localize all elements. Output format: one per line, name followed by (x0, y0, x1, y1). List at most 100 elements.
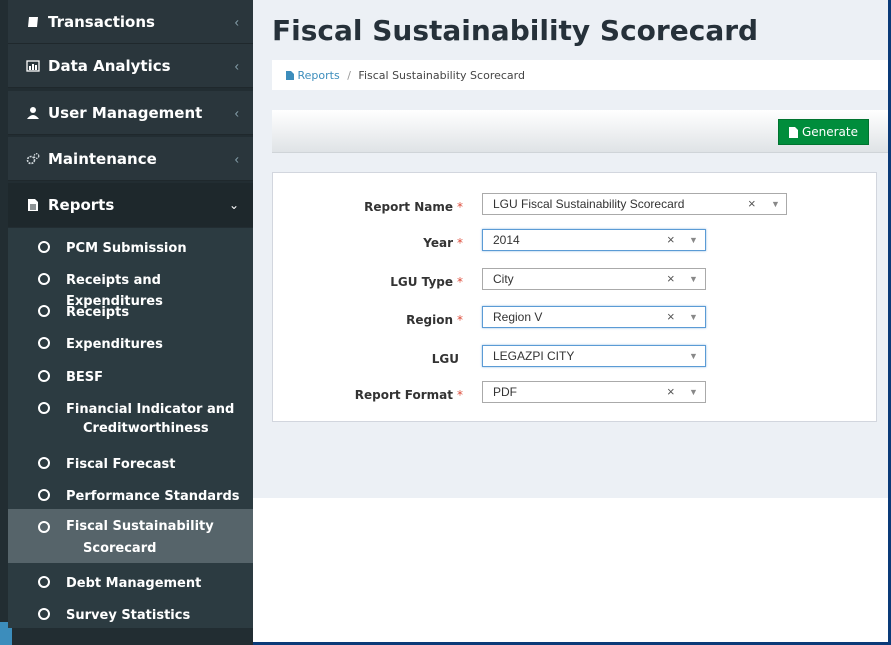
chevron-left-icon: ‹ (234, 14, 239, 29)
lgu-type-label: LGU Type * (390, 275, 463, 289)
sidebar-item-transactions[interactable]: Transactions ‹ (8, 0, 253, 44)
report-format-value: PDF (493, 385, 517, 399)
sidebar-item-user-management[interactable]: User Management ‹ (8, 91, 253, 135)
chevron-down-icon[interactable]: ▼ (689, 235, 698, 245)
sidebar-item-data-analytics[interactable]: Data Analytics ‹ (8, 44, 253, 88)
required-marker: * (457, 275, 463, 289)
submenu-item-label-line2: Creditworthiness (83, 421, 209, 436)
submenu-item-pcm-submission[interactable]: PCM Submission (8, 233, 253, 260)
clear-icon[interactable]: × (667, 309, 675, 324)
submenu-item-performance-standards[interactable]: Performance Standards (8, 481, 253, 508)
user-icon (27, 106, 39, 119)
bar-chart-icon (26, 59, 40, 72)
chevron-down-icon[interactable]: ▼ (689, 312, 698, 322)
clear-icon[interactable]: × (667, 232, 675, 247)
submenu-item-label: Survey Statistics (66, 608, 191, 623)
circle-icon (38, 305, 50, 317)
year-value: 2014 (493, 233, 520, 247)
sidebar: Transactions ‹ Data Analytics ‹ User Man… (0, 0, 253, 645)
submenu-item-receipts[interactable]: Receipts (8, 297, 253, 324)
year-label: Year * (423, 236, 463, 250)
lgu-type-value: City (493, 272, 514, 286)
submenu-item-label: Financial Indicator and (66, 402, 235, 417)
file-icon (788, 126, 798, 138)
chevron-left-icon: ‹ (234, 58, 239, 73)
breadcrumb-separator: / (347, 69, 351, 82)
required-marker: * (457, 388, 463, 402)
report-name-select[interactable]: LGU Fiscal Sustainability Scorecard × ▼ (482, 193, 787, 215)
sidebar-item-maintenance[interactable]: Maintenance ‹ (8, 137, 253, 181)
lgu-value: LEGAZPI CITY (493, 349, 575, 363)
submenu-item-financial-indicator[interactable]: Financial Indicator and Creditworthiness (8, 394, 253, 441)
clear-icon[interactable]: × (748, 196, 756, 211)
submenu-item-label: PCM Submission (66, 241, 187, 256)
sidebar-item-label: Data Analytics (48, 56, 171, 75)
submenu-item-label: BESF (66, 370, 104, 385)
lgu-label: LGU (431, 352, 459, 366)
breadcrumb-current: Fiscal Sustainability Scorecard (358, 69, 525, 82)
submenu-item-fiscal-forecast[interactable]: Fiscal Forecast (8, 449, 253, 476)
chevron-down-icon: ⌄ (228, 197, 239, 212)
file-icon (286, 71, 294, 80)
breadcrumb: Reports / Fiscal Sustainability Scorecar… (286, 69, 525, 82)
region-select[interactable]: Region V × ▼ (482, 306, 706, 328)
submenu-item-debt-management[interactable]: Debt Management (8, 568, 253, 595)
circle-icon (38, 370, 50, 382)
generate-button-label: Generate (801, 125, 858, 139)
toolbar: Generate (272, 110, 888, 153)
chevron-left-icon: ‹ (234, 151, 239, 166)
circle-icon (38, 457, 50, 469)
circle-icon (38, 521, 50, 533)
lgu-type-select[interactable]: City × ▼ (482, 268, 706, 290)
submenu-item-label: Fiscal Forecast (66, 457, 176, 472)
submenu-item-label: Debt Management (66, 576, 202, 591)
clear-icon[interactable]: × (667, 271, 675, 286)
chevron-down-icon[interactable]: ▼ (771, 199, 780, 209)
submenu-item-label: Expenditures (66, 337, 163, 352)
sidebar-item-reports[interactable]: Reports ⌄ (8, 183, 253, 227)
submenu-item-label-line2: Scorecard (83, 541, 157, 556)
submenu-item-expenditures[interactable]: Expenditures (8, 329, 253, 356)
report-name-label: Report Name * (364, 200, 463, 214)
sidebar-item-label: User Management (48, 103, 203, 122)
circle-icon (38, 241, 50, 253)
report-form-panel: Report Name * LGU Fiscal Sustainability S… (272, 172, 877, 422)
submenu-item-receipts-and-expenditures[interactable]: Receipts and Expenditures (8, 265, 253, 309)
required-marker: * (457, 200, 463, 214)
file-icon (28, 198, 38, 211)
submenu-item-label: Receipts (66, 305, 130, 320)
submenu-item-label: Performance Standards (66, 489, 240, 504)
submenu-item-survey-statistics[interactable]: Survey Statistics (8, 600, 253, 627)
circle-icon (38, 402, 50, 414)
generate-button[interactable]: Generate (777, 119, 869, 145)
chevron-down-icon[interactable]: ▼ (689, 387, 698, 397)
breadcrumb-reports-link[interactable]: Reports (298, 69, 340, 82)
circle-icon (38, 608, 50, 620)
main-content: Fiscal Sustainability Scorecard Reports … (253, 0, 891, 645)
submenu-item-label: Fiscal Sustainability (66, 519, 214, 534)
gears-icon (26, 152, 40, 164)
chevron-down-icon[interactable]: ▼ (689, 274, 698, 284)
year-select[interactable]: 2014 × ▼ (482, 229, 706, 251)
chevron-left-icon: ‹ (234, 105, 239, 120)
circle-icon (38, 489, 50, 501)
report-format-select[interactable]: PDF × ▼ (482, 381, 706, 403)
sidebar-item-label: Reports (48, 195, 115, 214)
circle-icon (38, 337, 50, 349)
report-format-label: Report Format * (354, 388, 463, 402)
page-title: Fiscal Sustainability Scorecard (272, 14, 759, 47)
chevron-down-icon[interactable]: ▼ (689, 351, 698, 361)
required-marker: * (457, 313, 463, 327)
sidebar-item-label: Transactions (48, 12, 155, 31)
region-value: Region V (493, 310, 543, 324)
sidebar-item-label: Maintenance (48, 149, 157, 168)
submenu-item-fiscal-sustainability-scorecard[interactable]: Fiscal Sustainability Scorecard (8, 509, 253, 563)
circle-icon (38, 273, 50, 285)
report-name-value: LGU Fiscal Sustainability Scorecard (493, 197, 685, 211)
clear-icon[interactable]: × (667, 384, 675, 399)
lgu-select[interactable]: LEGAZPI CITY ▼ (482, 345, 706, 367)
submenu-item-besf[interactable]: BESF (8, 362, 253, 389)
breadcrumb-bar: Reports / Fiscal Sustainability Scorecar… (272, 60, 888, 90)
edit-icon (28, 16, 38, 27)
required-marker: * (457, 236, 463, 250)
